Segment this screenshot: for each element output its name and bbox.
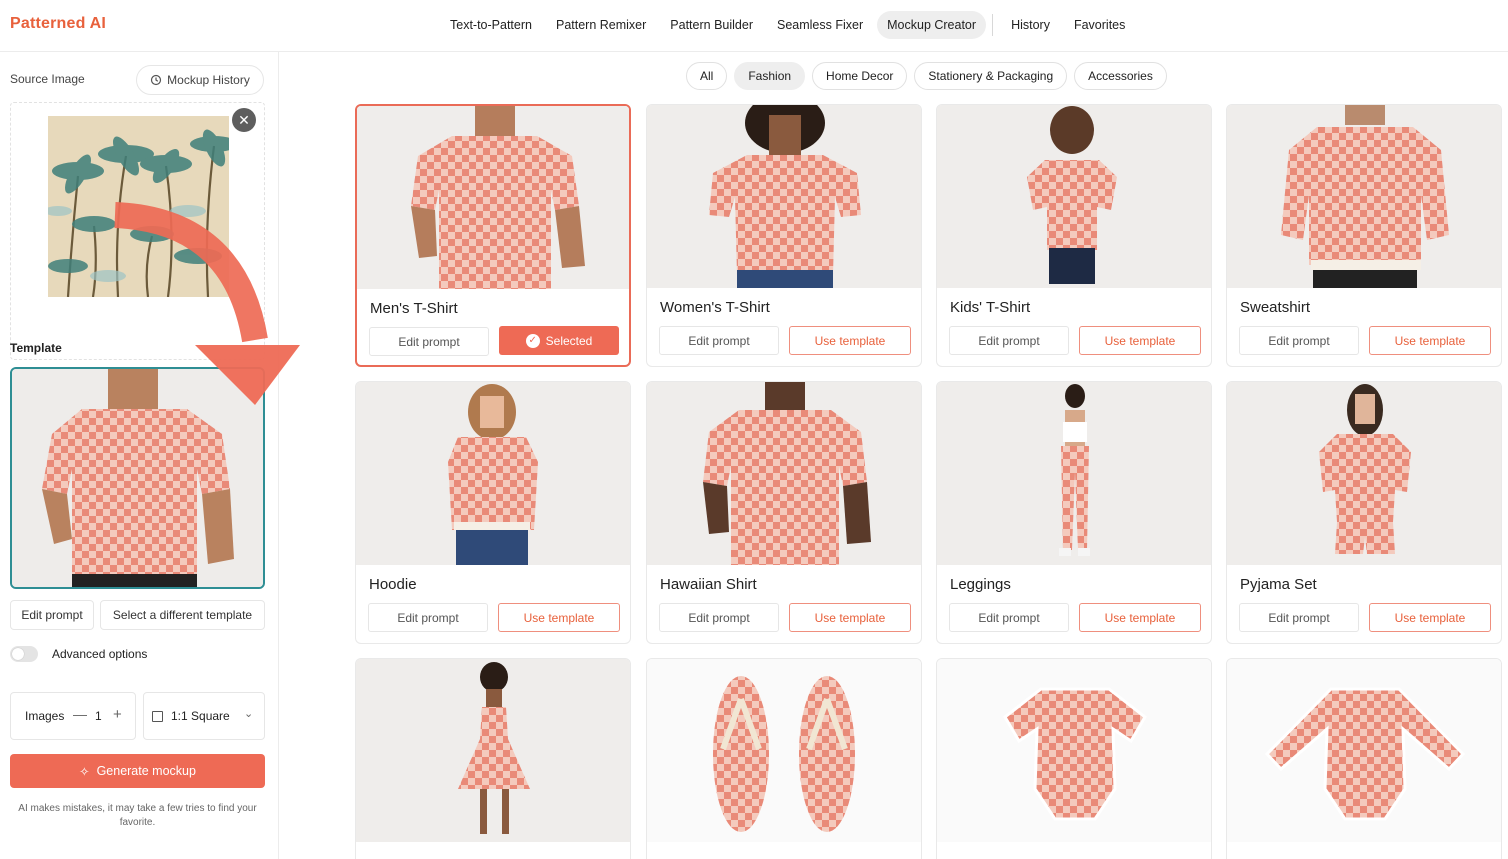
chip-accessories[interactable]: Accessories <box>1074 62 1167 90</box>
nav-pattern-builder[interactable]: Pattern Builder <box>660 11 763 39</box>
close-icon: ✕ <box>238 111 250 128</box>
edit-prompt-button[interactable]: Edit prompt <box>659 326 779 355</box>
generate-mockup-label: Generate mockup <box>96 764 196 778</box>
use-template-button[interactable]: Use template <box>1369 603 1491 632</box>
use-template-button[interactable]: Use template <box>498 603 620 632</box>
aspect-ratio-value: 1:1 Square <box>171 709 230 723</box>
template-title: Women's T-Shirt <box>660 299 770 316</box>
advanced-options-toggle[interactable] <box>10 646 38 662</box>
use-template-button[interactable]: Use template <box>789 603 911 632</box>
increment-icon[interactable]: + <box>113 706 122 723</box>
app-logo[interactable]: Patterned AI <box>10 15 106 33</box>
template-title: Leggings <box>950 576 1011 593</box>
use-template-button[interactable]: Use template <box>1079 603 1201 632</box>
template-image <box>357 106 629 289</box>
template-image <box>647 659 921 842</box>
images-count-stepper: Images — 1 + <box>10 692 136 740</box>
template-card-mens-tshirt[interactable]: Men's T-Shirt Edit prompt ✓ Selected <box>355 104 631 367</box>
history-icon <box>151 74 162 86</box>
top-navigation-bar: Patterned AI Text-to-Pattern Pattern Rem… <box>0 0 1508 52</box>
template-title: Hawaiian Shirt <box>660 576 757 593</box>
left-sidebar: Source Image Mockup History ✕ Template E… <box>0 52 279 859</box>
mockup-history-button[interactable]: Mockup History <box>136 65 264 95</box>
nav-pattern-remixer[interactable]: Pattern Remixer <box>546 11 656 39</box>
main-nav: Text-to-Pattern Pattern Remixer Pattern … <box>440 11 1139 39</box>
use-template-button[interactable]: Use template <box>1079 326 1201 355</box>
nav-history[interactable]: History <box>1001 11 1060 39</box>
template-card-short-sleeve-bodysuit[interactable] <box>936 658 1212 859</box>
template-image <box>937 105 1211 288</box>
images-label: Images <box>25 709 65 723</box>
mockup-history-label: Mockup History <box>167 73 250 87</box>
check-icon: ✓ <box>525 333 540 348</box>
edit-prompt-button[interactable]: Edit prompt <box>659 603 779 632</box>
template-image <box>937 382 1211 565</box>
template-title: Pyjama Set <box>1240 576 1317 593</box>
template-title: Kids' T-Shirt <box>950 299 1031 316</box>
source-image-label: Source Image <box>10 72 85 86</box>
template-image <box>1227 659 1501 842</box>
chip-all[interactable]: All <box>686 62 728 90</box>
chip-fashion[interactable]: Fashion <box>734 62 806 90</box>
chevron-down-icon: ⌄ <box>244 708 254 720</box>
source-image-thumbnail <box>48 116 229 297</box>
square-icon <box>152 711 163 722</box>
template-title: Hoodie <box>369 576 417 593</box>
template-title: Men's T-Shirt <box>370 300 458 317</box>
toggle-knob <box>12 648 24 660</box>
nav-mockup-creator[interactable]: Mockup Creator <box>877 11 987 39</box>
chip-home-decor[interactable]: Home Decor <box>812 62 908 90</box>
nav-favorites[interactable]: Favorites <box>1064 11 1135 39</box>
images-count-value: 1 <box>95 709 102 723</box>
template-image <box>356 659 630 842</box>
nav-divider <box>992 14 994 36</box>
sidebar-edit-prompt-button[interactable]: Edit prompt <box>10 600 94 630</box>
sparkle-icon: ✧ <box>79 764 90 779</box>
edit-prompt-button[interactable]: Edit prompt <box>949 603 1069 632</box>
template-image <box>647 382 921 565</box>
template-image <box>937 659 1211 842</box>
nav-seamless-fixer[interactable]: Seamless Fixer <box>767 11 873 39</box>
template-card-hoodie[interactable]: Hoodie Edit prompt Use template <box>355 381 631 644</box>
selected-template-preview[interactable] <box>10 367 265 589</box>
template-card-womens-tshirt[interactable]: Women's T-Shirt Edit prompt Use template <box>646 104 922 367</box>
template-image <box>1227 382 1501 565</box>
chip-stationery-packaging[interactable]: Stationery & Packaging <box>914 62 1068 90</box>
remove-source-image-button[interactable]: ✕ <box>232 108 256 132</box>
template-label: Template <box>10 341 62 355</box>
nav-text-to-pattern[interactable]: Text-to-Pattern <box>440 11 542 39</box>
use-template-button[interactable]: Use template <box>789 326 911 355</box>
template-image <box>647 105 921 288</box>
edit-prompt-button[interactable]: Edit prompt <box>369 327 489 356</box>
template-card-flip-flops[interactable] <box>646 658 922 859</box>
edit-prompt-button[interactable]: Edit prompt <box>1239 603 1359 632</box>
decrement-icon[interactable]: — <box>73 706 87 722</box>
use-template-button[interactable]: Use template <box>1369 326 1491 355</box>
select-different-template-button[interactable]: Select a different template <box>100 600 265 630</box>
template-card-summer-dress[interactable] <box>355 658 631 859</box>
generate-mockup-button[interactable]: ✧ Generate mockup <box>10 754 265 788</box>
edit-prompt-button[interactable]: Edit prompt <box>368 603 488 632</box>
template-card-long-sleeve-bodysuit[interactable] <box>1226 658 1502 859</box>
selected-button[interactable]: ✓ Selected <box>499 326 619 355</box>
template-card-leggings[interactable]: Leggings Edit prompt Use template <box>936 381 1212 644</box>
advanced-options-label: Advanced options <box>52 647 148 661</box>
edit-prompt-button[interactable]: Edit prompt <box>949 326 1069 355</box>
template-image <box>1227 105 1501 288</box>
category-filter: All Fashion Home Decor Stationery & Pack… <box>686 62 1167 90</box>
template-card-sweatshirt[interactable]: Sweatshirt Edit prompt Use template <box>1226 104 1502 367</box>
template-image <box>356 382 630 565</box>
aspect-ratio-select[interactable]: 1:1 Square ⌄ <box>143 692 265 740</box>
selected-label: Selected <box>545 333 593 348</box>
template-title: Sweatshirt <box>1240 299 1311 316</box>
ai-disclaimer: AI makes mistakes, it may take a few tri… <box>18 803 257 828</box>
source-image-dropzone[interactable] <box>10 102 265 360</box>
template-card-kids-tshirt[interactable]: Kids' T-Shirt Edit prompt Use template <box>936 104 1212 367</box>
template-card-hawaiian-shirt[interactable]: Hawaiian Shirt Edit prompt Use template <box>646 381 922 644</box>
edit-prompt-button[interactable]: Edit prompt <box>1239 326 1359 355</box>
template-card-pyjama-set[interactable]: Pyjama Set Edit prompt Use template <box>1226 381 1502 644</box>
